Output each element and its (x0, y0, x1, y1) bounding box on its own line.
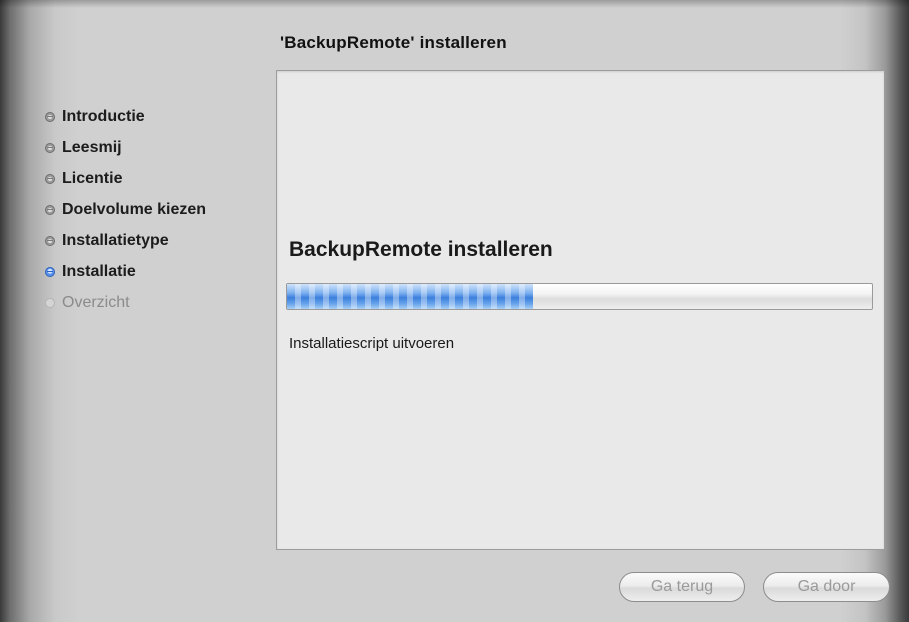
progress-bar-fill (287, 284, 533, 309)
step-done-bullet-icon (45, 111, 55, 122)
step-label: Leesmij (62, 138, 122, 156)
step-pending-bullet-icon (45, 297, 55, 308)
step-label: Overzicht (62, 293, 130, 311)
continue-button[interactable]: Ga door (763, 572, 890, 602)
installer-window: 'BackupRemote' installeren Introductie L… (0, 0, 909, 622)
steps-sidebar: Introductie Leesmij Licentie Doelvolume … (45, 101, 275, 318)
sidebar-step-doelvolume: Doelvolume kiezen (45, 194, 275, 225)
step-done-bullet-icon (45, 204, 55, 215)
step-label: Introductie (62, 107, 145, 125)
sidebar-step-installatietype: Installatietype (45, 225, 275, 256)
status-text: Installatiescript uitvoeren (289, 335, 455, 352)
progress-bar (286, 283, 873, 310)
step-label: Licentie (62, 169, 123, 187)
step-label: Doelvolume kiezen (62, 200, 207, 218)
install-heading: BackupRemote installeren (289, 238, 553, 261)
step-label: Installatie (62, 262, 136, 280)
window-title: 'BackupRemote' installeren (280, 33, 507, 52)
back-button[interactable]: Ga terug (619, 572, 745, 602)
step-done-bullet-icon (45, 235, 55, 246)
sidebar-step-overzicht: Overzicht (45, 287, 275, 318)
step-done-bullet-icon (45, 142, 55, 153)
step-done-bullet-icon (45, 173, 55, 184)
sidebar-step-leesmij: Leesmij (45, 132, 275, 163)
sidebar-step-introductie: Introductie (45, 101, 275, 132)
sidebar-step-licentie: Licentie (45, 163, 275, 194)
sidebar-step-installatie: Installatie (45, 256, 275, 287)
step-active-bullet-icon (45, 266, 55, 277)
content-panel (276, 70, 885, 550)
step-label: Installatietype (62, 231, 169, 249)
